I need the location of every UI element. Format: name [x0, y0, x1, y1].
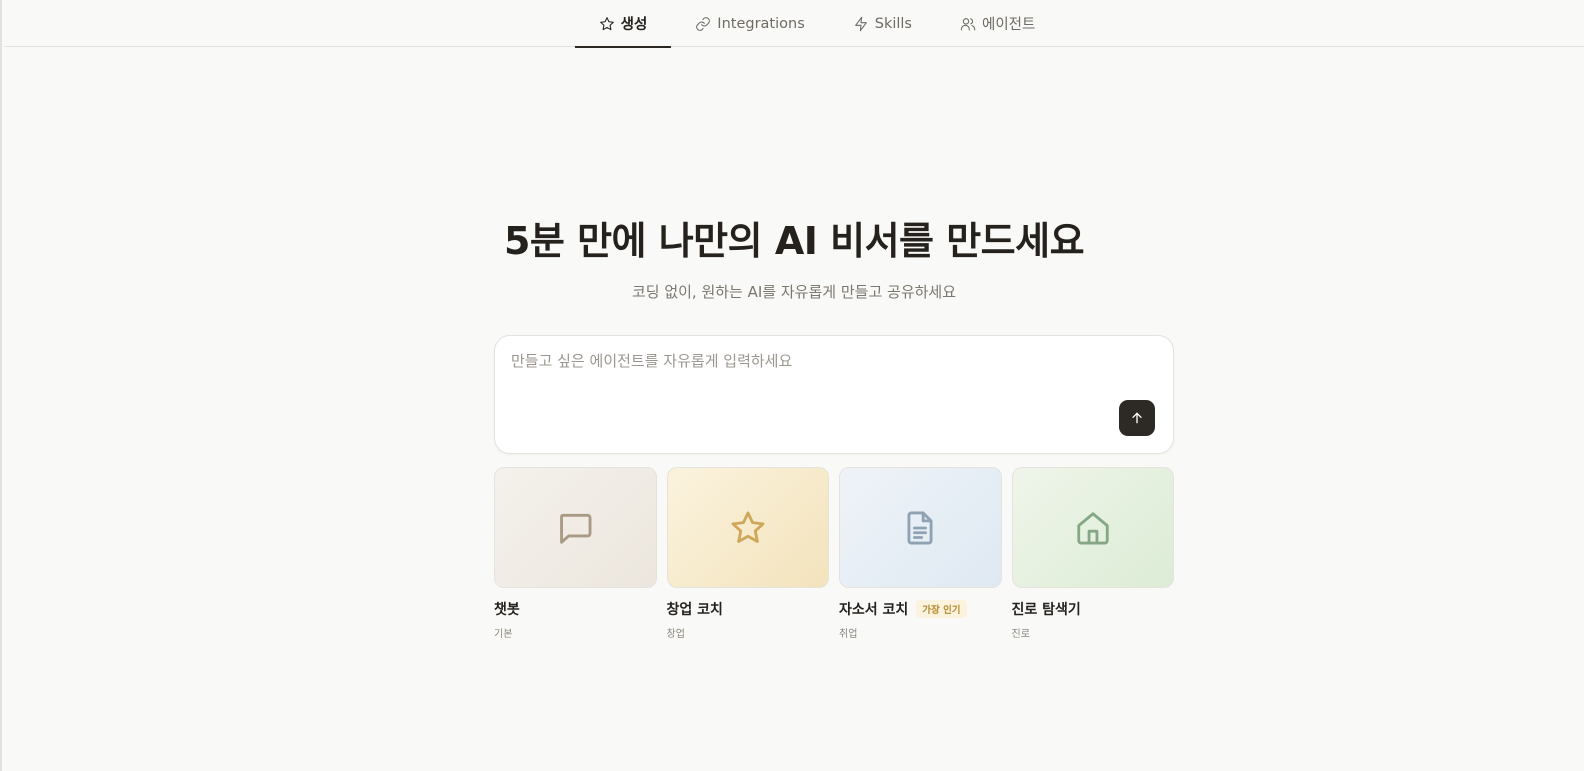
- card-category: 진로: [1011, 629, 1030, 640]
- document-icon: [907, 511, 933, 544]
- card-title-row: 챗봇: [494, 599, 657, 619]
- home-icon: [1077, 511, 1109, 544]
- agent-prompt-input[interactable]: [511, 350, 1111, 410]
- arrow-up-icon: [1132, 412, 1142, 424]
- template-card-career-explorer[interactable]: 진로 탐색기 진로: [1011, 467, 1175, 640]
- card-title-row: 창업 코치: [667, 599, 830, 619]
- agent-prompt-box: [494, 335, 1174, 454]
- tab-create[interactable]: 생성: [574, 0, 672, 48]
- tab-skills[interactable]: Skills: [829, 0, 936, 47]
- template-card-chatbot[interactable]: 챗봇 기본: [494, 467, 657, 640]
- card-title: 진로 탐색기: [1011, 602, 1081, 618]
- card-title: 챗봇: [494, 602, 520, 618]
- popular-badge: 가장 인기: [916, 600, 967, 618]
- card-thumbnail: [494, 467, 657, 588]
- page-subtitle: 코딩 없이, 원하는 AI를 자유롭게 만들고 공유하세요: [631, 283, 957, 301]
- card-title-row: 진로 탐색기: [1012, 599, 1175, 619]
- card-category: 취업: [839, 629, 858, 640]
- tab-label: Integrations: [717, 15, 805, 32]
- chat-bubble-icon: [560, 513, 592, 544]
- send-button[interactable]: [1119, 400, 1155, 436]
- card-title-row: 자소서 코치 가장 인기: [839, 599, 1002, 619]
- card-title: 창업 코치: [666, 602, 723, 618]
- app-frame: 생성 Integrations Skills 에이전트 5분 만에 나만의 AI…: [0, 0, 1584, 771]
- bolt-icon: [854, 16, 867, 31]
- page-title: 5분 만에 나만의 AI 비서를 만드세요: [503, 219, 1085, 263]
- tab-label: Skills: [874, 15, 912, 32]
- tab-label: 생성: [620, 17, 648, 33]
- tab-bar: 생성 Integrations Skills 에이전트: [574, 0, 1060, 48]
- template-card-resume-coach[interactable]: 자소서 코치 가장 인기 취업: [839, 467, 1002, 640]
- card-category: 기본: [494, 629, 513, 640]
- card-title: 자소서 코치: [839, 602, 909, 618]
- card-category: 창업: [666, 629, 685, 640]
- card-thumbnail: [839, 467, 1002, 588]
- users-icon: [960, 17, 976, 31]
- tab-label: 에이전트: [982, 17, 1036, 33]
- link-icon: [696, 16, 711, 31]
- card-thumbnail: [1011, 467, 1174, 588]
- star-icon: [731, 511, 765, 543]
- top-navigation: 생성 Integrations Skills 에이전트: [4, 0, 1584, 48]
- card-thumbnail: [666, 467, 829, 588]
- template-cards: 챗봇 기본 창업 코치 창업 자소서 코치 가장 인기 취업 진로 탐색기 진로: [494, 467, 1174, 640]
- template-card-startup-coach[interactable]: 창업 코치 창업: [666, 467, 830, 640]
- tab-agents[interactable]: 에이전트: [936, 0, 1059, 47]
- tab-integrations[interactable]: Integrations: [671, 0, 828, 47]
- star-icon: [599, 16, 614, 30]
